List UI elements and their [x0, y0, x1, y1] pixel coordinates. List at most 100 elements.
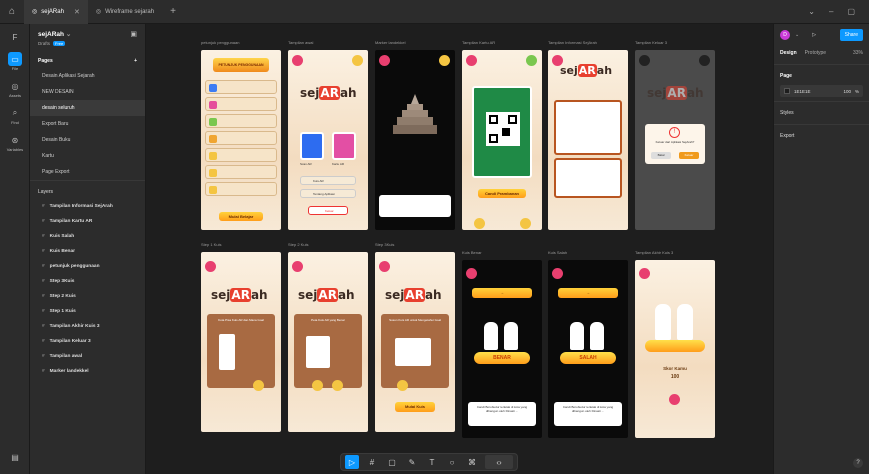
tab-design[interactable]: Design	[780, 50, 797, 56]
tab-sejarah[interactable]: ◎ sejARah ✕	[24, 0, 88, 24]
tab-prototype[interactable]: Prototype	[805, 50, 826, 56]
rail-find[interactable]: ⌕ Find	[0, 102, 30, 129]
settings-icon[interactable]	[699, 55, 710, 66]
next-icon[interactable]	[332, 380, 343, 391]
back-icon[interactable]	[205, 261, 216, 272]
page-item-active[interactable]: desain seluruh	[30, 100, 145, 116]
back-icon[interactable]	[292, 55, 303, 66]
candi-button[interactable]: Candi Prambanan	[478, 189, 526, 198]
page-color-hex[interactable]: 1E1E1E	[794, 89, 811, 94]
export-section[interactable]: Export	[774, 124, 869, 143]
minimize-icon[interactable]: –	[829, 7, 833, 16]
settings-icon[interactable]	[352, 55, 363, 66]
dev-mode-toggle-icon[interactable]: ‹›	[485, 455, 513, 469]
share-button[interactable]: Share	[839, 29, 863, 41]
kuis-button[interactable]: Kuis AR	[300, 176, 356, 185]
frame-kartu-ar[interactable]: Candi Prambanan	[462, 50, 542, 230]
styles-section[interactable]: Styles	[774, 101, 869, 120]
layer-item[interactable]: # Tampilan awal	[30, 349, 145, 364]
kartu-ar-tile[interactable]	[332, 132, 356, 160]
page-item[interactable]: Kartu	[30, 148, 145, 164]
mulai-belajar-button[interactable]: Mulai Belajar	[219, 212, 263, 221]
home-icon[interactable]: ⌂	[0, 0, 24, 24]
page-item[interactable]: Desain Aplikasi Sejarah	[30, 68, 145, 84]
text-tool-icon[interactable]: T	[425, 455, 439, 469]
prev-icon[interactable]	[312, 380, 323, 391]
back-icon[interactable]	[639, 268, 650, 279]
back-icon[interactable]	[466, 268, 477, 279]
chevron-down-icon[interactable]: ⌄	[795, 32, 799, 38]
rail-variables[interactable]: ⊛ Variables	[0, 129, 30, 156]
layer-item[interactable]: # Tampilan Informasi SejArah	[30, 199, 145, 214]
back-icon[interactable]	[379, 55, 390, 66]
layer-item[interactable]: # petunjuk penggunaan	[30, 259, 145, 274]
back-icon[interactable]	[292, 261, 303, 272]
next-icon[interactable]	[520, 218, 531, 229]
add-page-icon[interactable]: +	[134, 58, 137, 64]
layer-item[interactable]: # Step 2 Kuis	[30, 289, 145, 304]
frame-kuis-benar[interactable]: → BENAR Candi Borobudur terletak di kota…	[462, 260, 542, 438]
frame-step-1[interactable]: sejARah Kota Pisa Kuis AR dan Mana Goal	[201, 252, 281, 432]
frame-informasi[interactable]: sejARah	[548, 50, 628, 230]
frame-akhir-kuis[interactable]: Skor Kamu 100	[635, 260, 715, 438]
figma-menu-icon[interactable]: F	[0, 24, 30, 48]
page-item[interactable]: NEW DESAIN	[30, 84, 145, 100]
back-icon[interactable]	[552, 268, 563, 279]
back-icon[interactable]	[379, 261, 390, 272]
next-question-button[interactable]: →	[558, 288, 618, 298]
layer-item[interactable]: # Tampilan Akhir Kuis 3	[30, 319, 145, 334]
rail-file[interactable]: ▭ File	[0, 48, 30, 75]
pen-tool-icon[interactable]: ✎	[405, 455, 419, 469]
prev-icon[interactable]	[397, 380, 408, 391]
next-icon[interactable]	[253, 380, 264, 391]
frame-tampilan-awal[interactable]: sejARah Scan AR Kartu AR Kuis AR Tentang…	[288, 50, 368, 230]
frame-petunjuk[interactable]: PETUNJUK PENGGUNAAN Mulai Belajar	[201, 50, 281, 230]
page-opacity[interactable]: 100	[843, 89, 851, 94]
settings-icon[interactable]	[439, 55, 450, 66]
color-swatch[interactable]	[784, 88, 790, 94]
comment-tool-icon[interactable]: ○	[445, 455, 459, 469]
file-name[interactable]: sejARah	[38, 31, 64, 38]
layer-item[interactable]: # Step 3Kuis	[30, 274, 145, 289]
frame-tool-icon[interactable]: #	[365, 455, 379, 469]
keluar-button[interactable]: Keluar	[308, 206, 348, 215]
prev-icon[interactable]	[474, 218, 485, 229]
back-icon[interactable]	[466, 55, 477, 66]
dialog-keluar-button[interactable]: Keluar	[679, 152, 699, 159]
zoom-level[interactable]: 33%	[853, 50, 863, 56]
help-icon[interactable]: ?	[853, 458, 863, 468]
frame-step-3[interactable]: sejARah Susun Kuis AR untuk Mengetahui G…	[375, 252, 455, 432]
frame-marker[interactable]	[375, 50, 455, 230]
layer-item[interactable]: # Kuis Benar	[30, 244, 145, 259]
shape-tool-icon[interactable]: ▢	[385, 455, 399, 469]
maximize-icon[interactable]: ▢	[847, 7, 855, 16]
batal-button[interactable]: Batal	[651, 152, 671, 159]
move-tool-icon[interactable]: ▷	[345, 455, 359, 469]
canvas[interactable]: petunjuk penggunaan Tampilan awal Marker…	[147, 24, 772, 474]
page-item[interactable]: Export Baru	[30, 116, 145, 132]
scan-ar-tile[interactable]	[300, 132, 324, 160]
layer-item[interactable]: # Marker landekkel	[30, 364, 145, 379]
close-icon[interactable]: ✕	[74, 8, 80, 16]
download-icon[interactable]	[526, 55, 537, 66]
mulai-kuis-button[interactable]: Mulai Kuis	[395, 402, 435, 412]
back-icon[interactable]	[639, 55, 650, 66]
page-color-field[interactable]: 1E1E1E 100 %	[780, 85, 863, 97]
layer-item[interactable]: # Kuis Salah	[30, 229, 145, 244]
page-item[interactable]: Desain Buku	[30, 132, 145, 148]
rail-assets[interactable]: ◎ Assets	[0, 75, 30, 102]
next-question-button[interactable]: →	[472, 288, 532, 298]
tentang-button[interactable]: Tentang Aplikasi	[300, 189, 356, 198]
restart-icon[interactable]	[669, 394, 680, 405]
chevron-down-icon[interactable]: ⌄	[808, 7, 815, 16]
present-icon[interactable]: ▷	[812, 32, 816, 38]
frame-kuis-salah[interactable]: → SALAH Candi Borobudur terletak di kota…	[548, 260, 628, 438]
layer-item[interactable]: # Step 1 Kuis	[30, 304, 145, 319]
new-tab-icon[interactable]: +	[162, 6, 184, 17]
tab-wireframe[interactable]: ◎ Wireframe sejarah	[88, 0, 162, 24]
sidebar-toggle-icon[interactable]: ▤	[0, 446, 30, 468]
frame-step-2[interactable]: sejARah Peta Kuis AR yang Benar	[288, 252, 368, 432]
panel-layout-icon[interactable]: ▣	[130, 30, 137, 38]
page-item[interactable]: Page Export	[30, 164, 145, 180]
layer-item[interactable]: # Tampilan Keluar 3	[30, 334, 145, 349]
